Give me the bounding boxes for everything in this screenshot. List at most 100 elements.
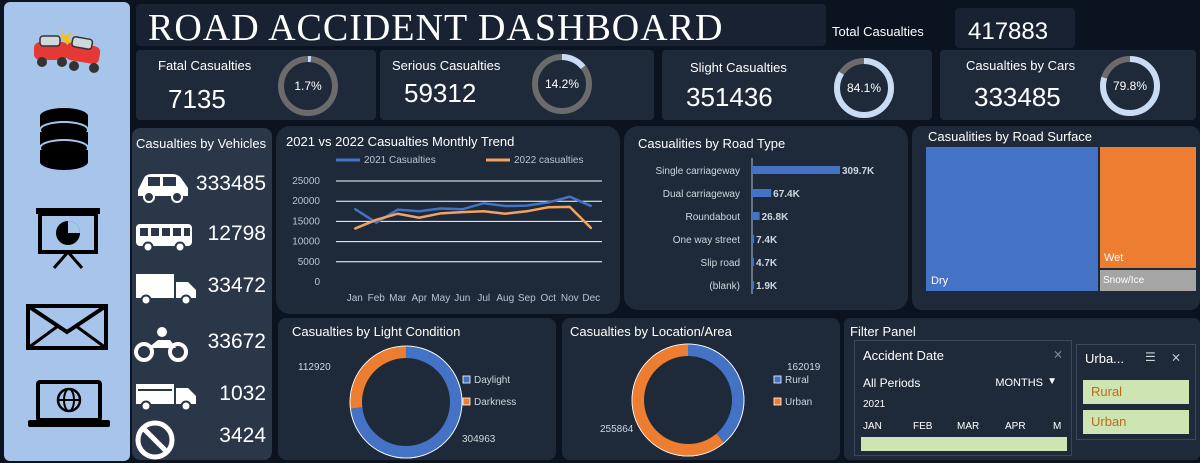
kpi-donut: 1.7% — [278, 56, 338, 116]
legend-label: 2022 casualties — [514, 155, 584, 166]
x-tick-label: Sep — [518, 293, 536, 304]
kpi-label: Fatal Casualties — [158, 58, 252, 73]
x-tick-label: May — [431, 293, 450, 304]
data-point — [525, 204, 528, 207]
data-point — [439, 207, 442, 210]
data-label: 112920 — [298, 362, 331, 373]
kpi-label: Casualties by Cars — [966, 58, 1076, 73]
data-label: 67.4K — [773, 189, 800, 200]
kpi-label: Serious Casualties — [392, 58, 501, 73]
location-chart: 162019 Rural 255864 Urban — [600, 343, 821, 457]
x-tick-label: Jun — [454, 293, 470, 304]
vehicle-value: 12798 — [207, 222, 266, 245]
road-surface-title: Casualities by Road Surface — [928, 129, 1093, 144]
vehicles-panel: Casualties by Vehicles 333485 12798 3347… — [132, 128, 272, 460]
series-line — [354, 205, 593, 230]
laptop-globe-icon[interactable] — [24, 378, 114, 446]
treemap-label: Wet — [1104, 252, 1124, 264]
legend-label: Daylight — [474, 375, 510, 386]
chevron-down-icon[interactable]: ▼ — [1047, 376, 1057, 387]
timeline-month[interactable]: JAN — [863, 421, 882, 432]
timeline-month[interactable]: M — [1053, 421, 1061, 432]
kpi-pct: 1.7% — [294, 79, 322, 93]
data-point — [418, 216, 421, 219]
kpi-card-serious: Serious Casualties 59312 14.2% — [380, 50, 654, 120]
data-point — [590, 227, 593, 230]
timeline-bar[interactable] — [861, 437, 1067, 451]
kpi-value: 333485 — [974, 82, 1061, 112]
bar — [752, 189, 772, 197]
data-label: 7.4K — [756, 235, 778, 246]
data-label: 255864 — [600, 424, 634, 435]
data-point — [418, 210, 421, 213]
kpi-donut: 14.2% — [532, 54, 592, 114]
timeline-month[interactable]: FEB — [913, 421, 932, 432]
vehicle-value: 3424 — [219, 424, 266, 447]
data-point — [482, 202, 485, 205]
legend-label: Rural — [785, 375, 809, 386]
kpi-pct: 14.2% — [545, 77, 579, 91]
dashboard-title: ROAD ACCIDENT DASHBOARD — [136, 4, 826, 49]
data-point — [504, 205, 507, 207]
timeline-month[interactable]: MAR — [957, 421, 979, 432]
monthly-trend-chart: 0 5000 10000 15000 20000 25000 Jan Feb Mar Apr May… — [292, 155, 602, 304]
treemap-label: Snow/Ice — [1103, 275, 1145, 286]
vehicle-value: 33472 — [207, 274, 266, 297]
y-tick-label: 20000 — [292, 196, 320, 207]
x-tick-label: Apr — [411, 293, 427, 304]
road-surface-panel: Casualities by Road Surface Dry Wet Snow… — [912, 126, 1200, 310]
total-casualties-value: 417883 — [968, 18, 1049, 45]
category-label: (blank) — [709, 281, 740, 292]
bar — [752, 258, 754, 266]
legend-swatch — [773, 375, 782, 384]
slicer-option-urban[interactable]: Urban — [1083, 410, 1189, 434]
data-point — [568, 195, 571, 198]
category-label: Dual carriageway — [663, 189, 740, 200]
clear-filter-icon[interactable]: ⨯ — [1053, 347, 1063, 361]
kpi-card-fatal: Fatal Casualties 7135 1.7% — [136, 50, 376, 120]
x-tick-label: Nov — [561, 293, 579, 304]
car-icon — [138, 174, 188, 203]
data-point — [439, 212, 442, 215]
vehicle-row: 33472 — [132, 268, 272, 308]
bar — [752, 166, 840, 174]
y-tick-label: 10000 — [292, 237, 320, 248]
van-icon — [136, 384, 196, 412]
data-point — [461, 208, 464, 211]
mail-icon[interactable] — [24, 302, 114, 370]
timeline-month[interactable]: APR — [1005, 421, 1026, 432]
all-periods-label: All Periods — [863, 376, 921, 390]
presentation-icon[interactable] — [32, 204, 122, 272]
legend-label: 2021 Casualties — [364, 155, 436, 166]
crash-cars-icon[interactable] — [22, 24, 112, 92]
months-dropdown[interactable]: MONTHS — [995, 377, 1043, 389]
date-slicer-header: Accident Date — [863, 348, 944, 363]
multi-select-icon[interactable]: ☰ — [1145, 350, 1156, 364]
x-tick-label: Jan — [347, 293, 363, 304]
sidebar — [4, 2, 130, 461]
y-tick-label: 25000 — [292, 176, 320, 187]
light-condition-panel: Casualties by Light Condition 304963 Dayl… — [278, 318, 556, 460]
total-casualties-label: Total Casualties — [832, 24, 924, 39]
kpi-value: 59312 — [404, 78, 477, 108]
treemap-snow-ice: Snow/Ice — [1100, 270, 1196, 291]
category-label: Slip road — [701, 258, 740, 269]
date-slicer[interactable]: Accident Date ⨯ All Periods MONTHS ▼ 202… — [854, 340, 1072, 456]
legend-swatch — [462, 397, 471, 406]
data-label: 162019 — [787, 362, 821, 373]
data-point — [375, 218, 378, 221]
truck-icon — [136, 274, 196, 306]
legend-label: Urban — [785, 397, 812, 408]
data-point — [396, 208, 399, 211]
kpi-donut: 84.1% — [834, 58, 894, 118]
slicer-option-rural[interactable]: Rural — [1083, 380, 1189, 404]
area-slicer-header: Urba... — [1085, 351, 1125, 366]
clear-filter-icon[interactable]: ⨯ — [1171, 350, 1181, 364]
data-point — [353, 227, 356, 230]
kpi-card-slight: Slight Casualties 351436 84.1% — [662, 50, 932, 120]
database-icon[interactable] — [34, 106, 124, 174]
data-point — [396, 212, 399, 215]
data-point — [375, 221, 378, 224]
x-tick-label: Aug — [496, 293, 514, 304]
bar — [752, 235, 755, 243]
